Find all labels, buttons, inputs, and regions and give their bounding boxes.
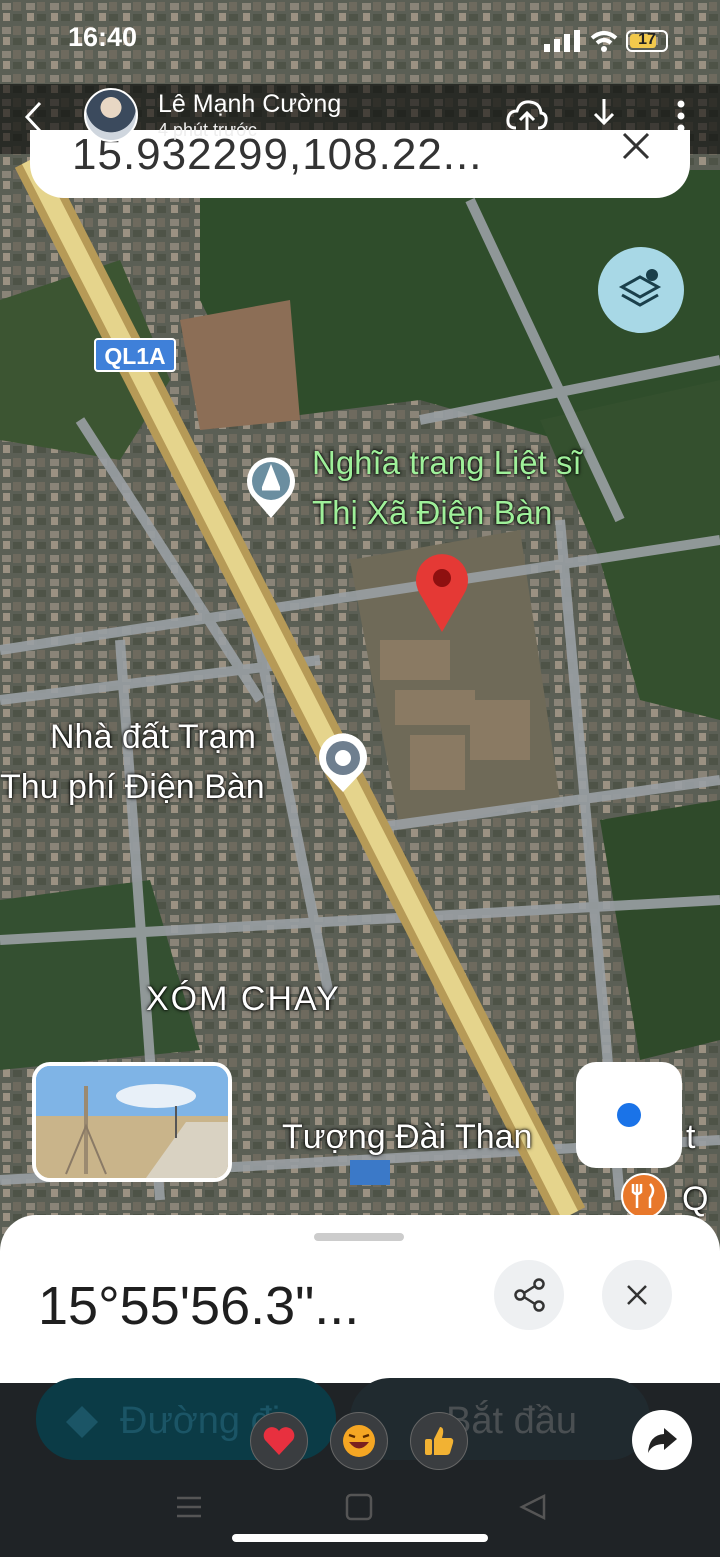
search-input[interactable]: 15.932299,108.22...: [72, 130, 482, 180]
sent-time: 4 phút trước: [158, 120, 257, 140]
poi-toll-line2: Thu phí Điện Bàn: [0, 768, 265, 806]
forward-button[interactable]: [632, 1410, 692, 1470]
close-icon[interactable]: [620, 132, 652, 160]
restaurant-icon[interactable]: [620, 1172, 668, 1220]
battery-indicator: 17: [626, 30, 668, 52]
street-view-image: [36, 1066, 228, 1178]
directions-icon: [66, 1406, 98, 1438]
status-time: 16:40: [68, 22, 138, 52]
area-label: XÓM CHAY: [146, 980, 341, 1018]
cemetery-poi-icon[interactable]: [244, 456, 298, 520]
poi-toll-line1: Nhà đất Trạm: [50, 718, 256, 756]
thumbs-up-icon: [425, 1427, 454, 1455]
close-icon: [627, 1285, 647, 1305]
my-location-button[interactable]: [576, 1062, 682, 1168]
layers-icon: [618, 269, 662, 307]
menu-nav-icon[interactable]: [174, 1492, 204, 1522]
share-icon: [514, 1278, 545, 1312]
laugh-icon: [343, 1425, 375, 1457]
sheet-drag-handle[interactable]: [314, 1233, 404, 1241]
forward-icon: [648, 1428, 677, 1453]
poi-statue-label-cut: t: [686, 1118, 696, 1156]
poi-cemetery-line2: Thị Xã Điện Bàn: [312, 494, 553, 531]
highway-label: QL1A: [94, 338, 176, 372]
reaction-like[interactable]: [410, 1412, 468, 1470]
heart-icon: [263, 1427, 295, 1455]
battery-level: 17: [638, 31, 656, 48]
layers-button[interactable]: [598, 247, 684, 333]
signal-icon: [544, 30, 580, 52]
poi-cemetery-line1: Nghĩa trang Liệt sĩ: [312, 444, 582, 481]
back-nav-icon[interactable]: [518, 1492, 548, 1522]
location-pin-icon[interactable]: [412, 550, 472, 634]
cloud-upload-icon[interactable]: [506, 98, 548, 134]
coordinates-title: 15°55'56.3"...: [38, 1276, 360, 1336]
street-view-thumbnail[interactable]: [32, 1062, 232, 1182]
reaction-laugh[interactable]: [330, 1412, 388, 1470]
close-sheet-button[interactable]: [602, 1260, 672, 1330]
poi-statue-label: Tượng Đài Than: [282, 1118, 533, 1156]
avatar[interactable]: [84, 88, 138, 142]
download-icon[interactable]: [588, 96, 620, 136]
edge-label: Q: [682, 1180, 709, 1218]
home-indicator[interactable]: [232, 1534, 488, 1542]
more-icon[interactable]: [674, 100, 688, 132]
wifi-icon: [590, 31, 618, 52]
reaction-heart[interactable]: [250, 1412, 308, 1470]
back-icon[interactable]: [22, 100, 46, 134]
my-location-icon: [617, 1103, 641, 1127]
share-button[interactable]: [494, 1260, 564, 1330]
toll-poi-icon[interactable]: [316, 732, 370, 794]
sender-name: Lê Mạnh Cường: [158, 90, 342, 118]
home-nav-icon[interactable]: [344, 1492, 374, 1522]
